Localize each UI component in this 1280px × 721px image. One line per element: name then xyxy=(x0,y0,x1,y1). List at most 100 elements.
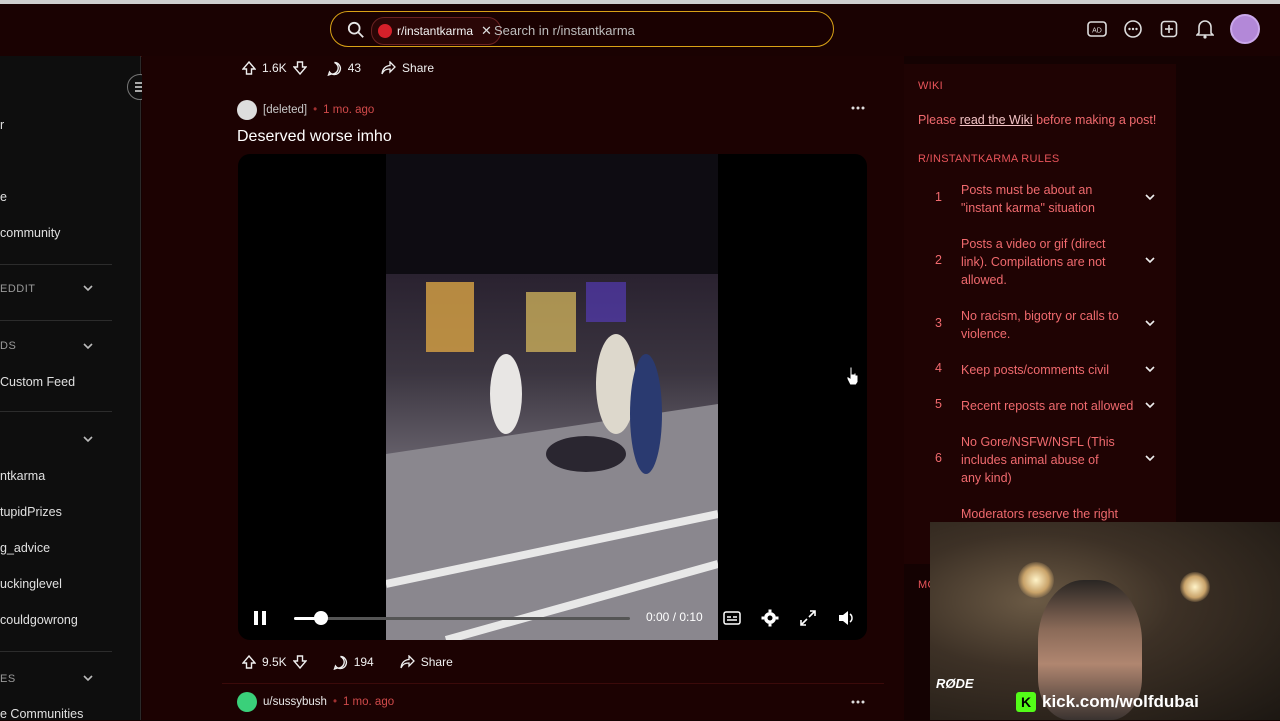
vote-control[interactable]: 1.6K xyxy=(232,54,317,82)
streamer-webcam: RØDE K kick.com/wolfdubai xyxy=(930,522,1280,720)
divider xyxy=(0,651,112,652)
rule-item[interactable]: 1 Posts must be about an "instant karma"… xyxy=(918,181,1158,217)
subreddit-icon xyxy=(378,24,392,38)
separator-dot: • xyxy=(332,696,337,708)
search-bar[interactable]: r/instantkarma ✕ Search in r/instantkarm… xyxy=(330,11,834,47)
divider xyxy=(0,411,112,412)
notifications-icon[interactable] xyxy=(1194,18,1216,40)
share-button[interactable]: Share xyxy=(371,54,444,82)
chevron-down-icon[interactable] xyxy=(82,282,94,294)
video-frame[interactable] xyxy=(385,154,720,640)
more-options-icon[interactable] xyxy=(850,100,866,116)
post-time: 1 mo. ago xyxy=(323,104,375,116)
sidebar-item-couldgowrong[interactable]: couldgowrong xyxy=(0,613,78,627)
sidebar-item[interactable]: r xyxy=(0,118,4,132)
sidebar-section-heading[interactable]: EDDIT xyxy=(0,283,36,295)
search-icon xyxy=(347,21,364,38)
sidebar-item-nextlevel[interactable]: uckinglevel xyxy=(0,577,62,591)
sidebar-item[interactable]: e xyxy=(0,190,7,204)
create-post-icon[interactable] xyxy=(1158,18,1180,40)
video-progress-bar[interactable] xyxy=(294,611,630,625)
chevron-down-icon[interactable] xyxy=(82,433,94,445)
share-button[interactable]: Share xyxy=(390,648,463,676)
video-player[interactable]: 0:00 / 0:10 xyxy=(238,154,867,640)
rule-text: Moderators reserve the right xyxy=(961,507,1119,521)
search-placeholder[interactable]: Search in r/instantkarma xyxy=(494,23,635,38)
vote-count: 1.6K xyxy=(262,61,287,75)
post-actions: 9.5K 194 Share xyxy=(232,648,463,676)
rule-item[interactable]: 4 Keep posts/comments civil xyxy=(918,361,1158,379)
chevron-down-icon[interactable] xyxy=(1144,363,1156,375)
left-sidebar: r e community EDDIT DS Custom Feed ntkar… xyxy=(0,56,141,721)
downvote-icon[interactable] xyxy=(292,655,307,669)
rules-heading: R/INSTANTKARMA RULES xyxy=(918,153,1060,165)
comments-button[interactable]: 194 xyxy=(323,648,384,676)
subreddit-chip-label: r/instantkarma xyxy=(397,24,474,38)
pause-icon[interactable] xyxy=(251,609,269,627)
top-bar: r/instantkarma ✕ Search in r/instantkarm… xyxy=(0,0,1280,57)
chevron-down-icon[interactable] xyxy=(1144,317,1156,329)
post-feed: 1.6K 43 Share [deleted] • 1 mo. ago Dese… xyxy=(142,56,904,720)
wiki-link[interactable]: read the Wiki xyxy=(960,113,1033,127)
sidebar-section-heading[interactable]: ES xyxy=(0,673,16,685)
vote-control[interactable]: 9.5K xyxy=(232,648,317,676)
video-scene xyxy=(385,154,720,640)
rule-item[interactable]: 6 No Gore/NSFW/NSFL (This includes anima… xyxy=(918,433,1158,487)
sidebar-item-instantkarma[interactable]: ntkarma xyxy=(0,469,45,483)
wiki-suffix: before making a post! xyxy=(1032,113,1157,127)
divider xyxy=(0,320,112,321)
chevron-down-icon[interactable] xyxy=(82,340,94,352)
subreddit-chip[interactable]: r/instantkarma ✕ xyxy=(371,17,501,45)
upvote-icon[interactable] xyxy=(242,61,256,75)
share-label: Share xyxy=(402,61,435,75)
avatar[interactable] xyxy=(237,100,257,120)
sidebar-item-communities[interactable]: e Communities xyxy=(0,707,83,721)
rule-item[interactable]: 2 Posts a video or gif (direct link). Co… xyxy=(918,235,1158,289)
rule-number: 3 xyxy=(935,316,942,330)
kick-logo-icon: K xyxy=(1016,692,1036,712)
sidebar-item-advice[interactable]: g_advice xyxy=(0,541,50,555)
post-author[interactable]: u/sussybush xyxy=(263,696,327,708)
chat-icon[interactable] xyxy=(1122,18,1144,40)
volume-icon[interactable] xyxy=(837,609,855,627)
post-time: 1 mo. ago xyxy=(342,696,395,708)
sidebar-section-heading[interactable]: DS xyxy=(0,340,16,352)
settings-gear-icon[interactable] xyxy=(761,609,779,627)
rule-item[interactable]: 3 No racism, bigotry or calls to violenc… xyxy=(918,307,1158,343)
next-post-meta: u/sussybush • 1 mo. ago xyxy=(237,692,394,712)
lamp xyxy=(1018,562,1054,598)
chevron-down-icon[interactable] xyxy=(82,672,94,684)
browser-edge xyxy=(0,0,1280,4)
comment-icon xyxy=(327,61,341,76)
chevron-down-icon[interactable] xyxy=(1144,452,1156,464)
fullscreen-icon[interactable] xyxy=(799,609,817,627)
sidebar-item-create-community[interactable]: community xyxy=(0,226,60,240)
comments-button[interactable]: 43 xyxy=(317,54,371,82)
rule-item[interactable]: 5 Recent reposts are not allowed xyxy=(918,397,1158,415)
advertise-icon[interactable]: AD xyxy=(1086,18,1108,40)
captions-icon[interactable] xyxy=(723,609,741,627)
avatar[interactable] xyxy=(1230,14,1260,44)
lamp xyxy=(1180,572,1210,602)
comment-count: 194 xyxy=(353,655,374,669)
video-scrubber-handle[interactable] xyxy=(313,611,328,625)
video-time: 0:00 / 0:10 xyxy=(646,610,703,624)
post-title[interactable]: Deserved worse imho xyxy=(237,128,392,146)
more-options-icon[interactable] xyxy=(850,694,866,710)
sidebar-item-custom-feed[interactable]: Custom Feed xyxy=(0,375,75,389)
rule-text: No racism, bigotry or calls to violence. xyxy=(961,309,1119,341)
wiki-text: Please read the Wiki before making a pos… xyxy=(918,113,1156,127)
chevron-down-icon[interactable] xyxy=(1144,254,1156,266)
rule-number: 4 xyxy=(935,361,942,375)
chevron-down-icon[interactable] xyxy=(1144,191,1156,203)
avatar[interactable] xyxy=(237,692,257,712)
sidebar-item-stupidprizes[interactable]: tupidPrizes xyxy=(0,505,62,519)
upvote-icon[interactable] xyxy=(242,655,256,669)
post-author[interactable]: [deleted] xyxy=(263,104,307,116)
kick-url: kick.com/wolfdubai xyxy=(1042,692,1199,711)
downvote-icon[interactable] xyxy=(292,61,307,75)
rule-text: No Gore/NSFW/NSFL (This includes animal … xyxy=(961,435,1115,485)
close-icon[interactable]: ✕ xyxy=(481,23,492,39)
post-meta: [deleted] • 1 mo. ago xyxy=(237,100,374,120)
chevron-down-icon[interactable] xyxy=(1144,399,1156,411)
